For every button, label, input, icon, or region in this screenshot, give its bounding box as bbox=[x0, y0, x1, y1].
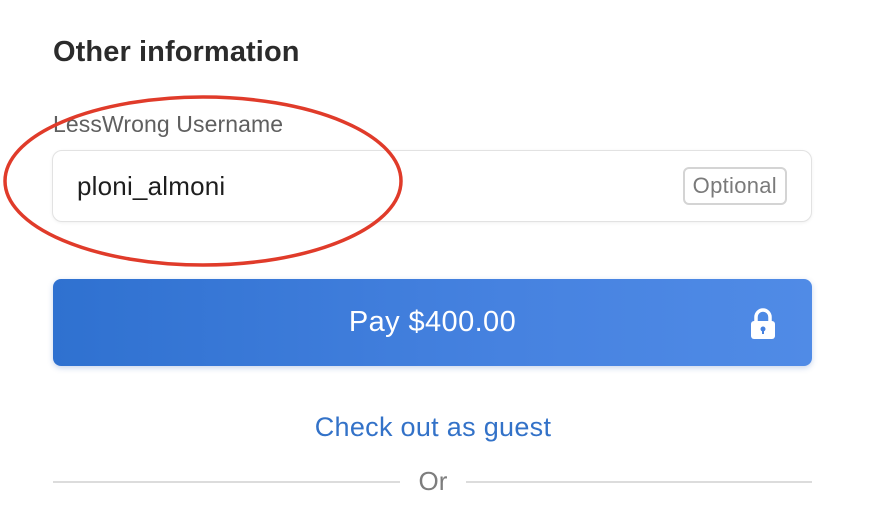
divider-or-text: Or bbox=[418, 466, 448, 496]
username-field[interactable]: ploni_almoni Optional bbox=[52, 150, 812, 222]
divider-line-left bbox=[53, 481, 400, 483]
optional-badge: Optional bbox=[682, 167, 787, 205]
pay-button[interactable]: Pay $400.00 bbox=[53, 279, 812, 366]
username-label: LessWrong Username bbox=[53, 111, 284, 137]
lock-icon bbox=[751, 308, 775, 339]
username-input-value[interactable]: ploni_almoni bbox=[77, 171, 225, 202]
guest-checkout-link[interactable]: Check out as guest bbox=[0, 412, 866, 443]
divider-line-right bbox=[466, 481, 812, 483]
pay-button-label: Pay $400.00 bbox=[348, 306, 517, 338]
section-title: Other information bbox=[53, 36, 300, 68]
